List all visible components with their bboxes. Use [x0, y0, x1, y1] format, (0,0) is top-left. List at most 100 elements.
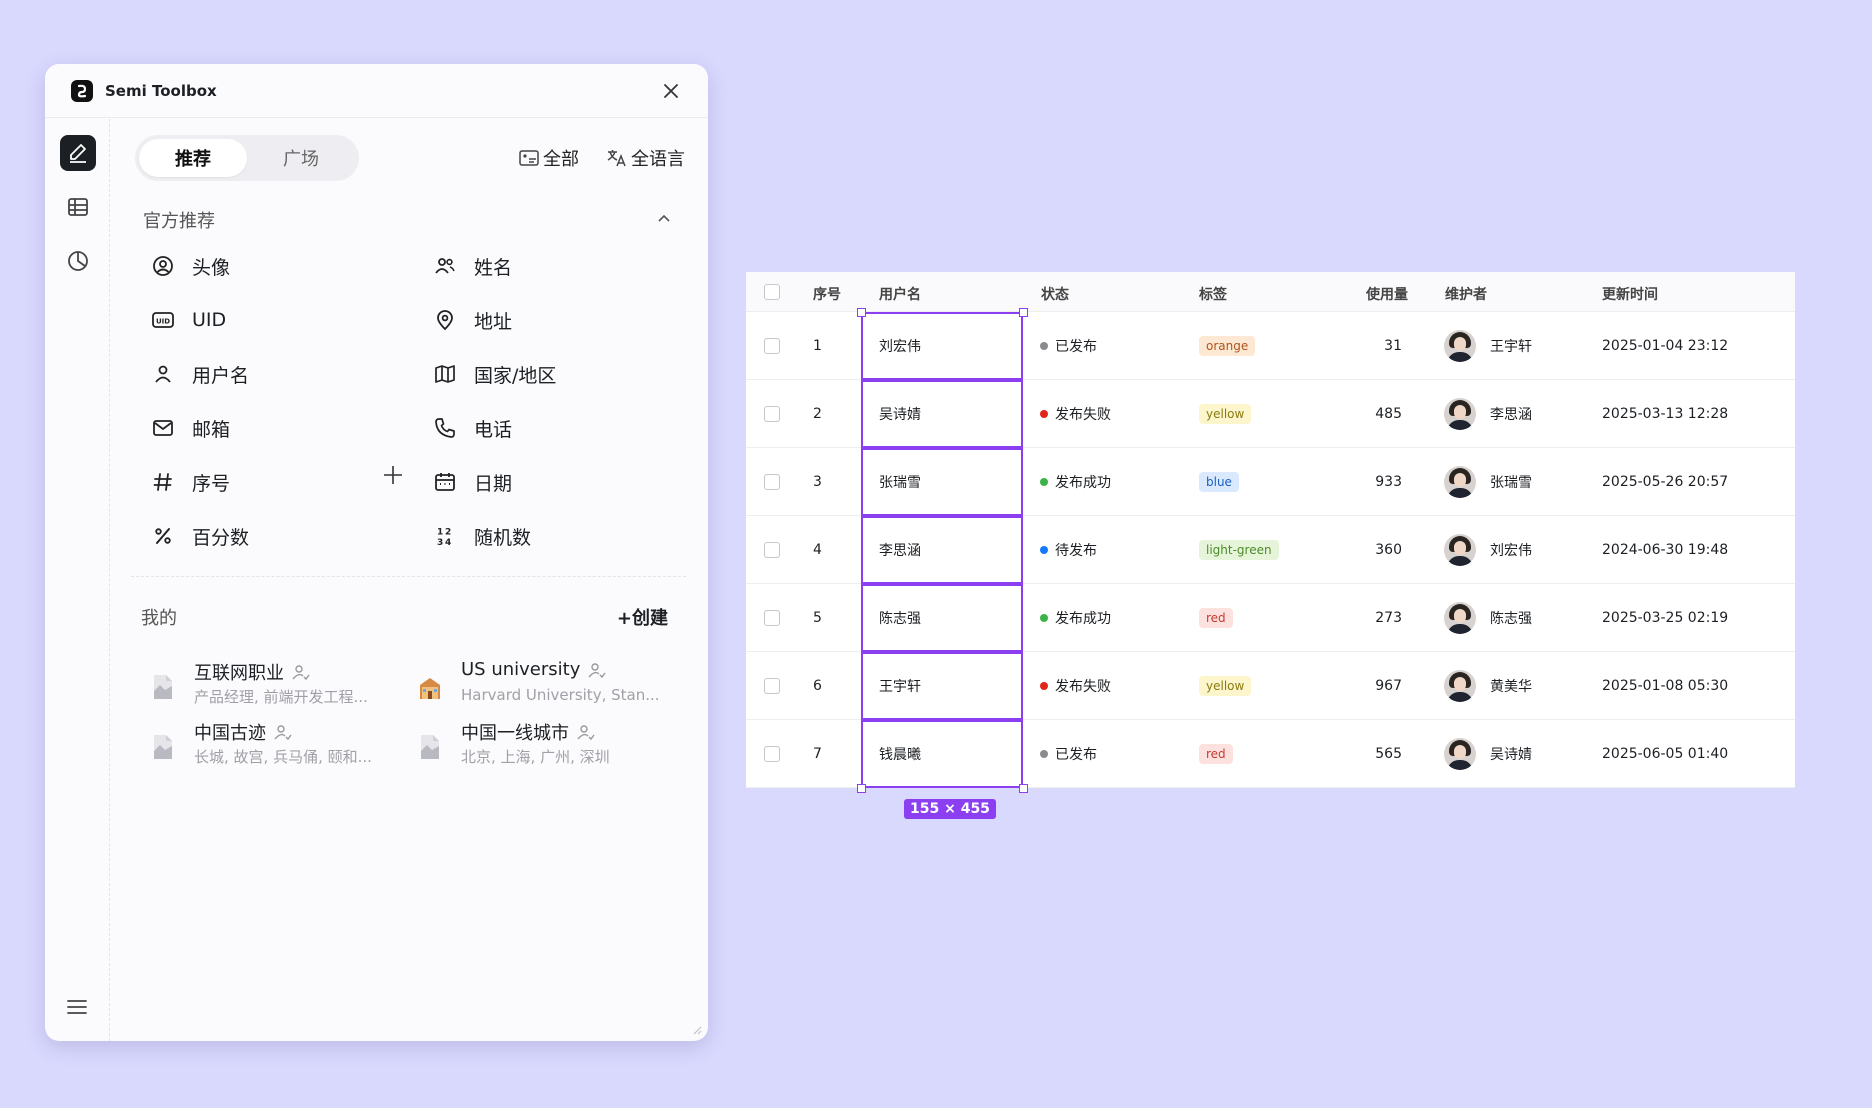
status-dot [1040, 682, 1048, 690]
item-address[interactable]: 地址 [433, 305, 512, 335]
table-row[interactable]: 6 王宇轩 发布失败 yellow 967 黄美华 2025-01-08 05:30 [746, 652, 1795, 720]
table-row[interactable]: 1 刘宏伟 已发布 orange 31 王宇轩 2025-01-04 23:12 [746, 312, 1795, 380]
header-checkbox[interactable] [764, 284, 780, 300]
menu-icon[interactable] [65, 995, 89, 1019]
resize-handle[interactable] [856, 307, 866, 317]
row-checkbox[interactable] [764, 338, 780, 354]
create-label: 创建 [632, 608, 668, 629]
mine-desc: Harvard University, Stan... [461, 686, 660, 704]
cell-updated: 2025-05-26 20:57 [1602, 474, 1729, 490]
status-text: 发布成功 [1055, 475, 1111, 491]
table-row[interactable]: 3 张瑞雪 发布成功 blue 933 张瑞雪 2025-05-26 20:57 [746, 448, 1795, 516]
edit-tool-button[interactable] [60, 135, 96, 171]
table-row[interactable]: 4 李思涵 待发布 light-green 360 刘宏伟 2024-06-30 19:48 [746, 516, 1795, 584]
status-dot [1040, 546, 1048, 554]
header-usage[interactable]: 使用量 [1366, 284, 1408, 304]
item-name[interactable]: 姓名 [433, 251, 512, 281]
cell-username[interactable]: 陈志强 [879, 584, 921, 652]
row-checkbox[interactable] [764, 678, 780, 694]
item-random[interactable]: 1234 随机数 [433, 521, 531, 551]
table-tool-button[interactable] [60, 189, 96, 225]
chevron-up-icon[interactable] [656, 211, 672, 227]
header-tag[interactable]: 标签 [1199, 284, 1227, 304]
table-row[interactable]: 7 钱晨曦 已发布 red 565 吴诗婧 2025-06-05 01:40 [746, 720, 1795, 788]
item-phone[interactable]: 电话 [433, 413, 512, 443]
row-checkbox[interactable] [764, 406, 780, 422]
cell-tag: light-green [1199, 516, 1279, 584]
mail-icon [151, 416, 175, 440]
cell-username[interactable]: 李思涵 [879, 516, 921, 584]
filter-all-button[interactable]: 全部 [518, 145, 579, 171]
school-icon [420, 678, 440, 699]
header-maintainer[interactable]: 维护者 [1445, 284, 1487, 304]
item-label: 电话 [474, 418, 513, 441]
header-updated[interactable]: 更新时间 [1602, 284, 1658, 304]
maintainer-name: 刘宏伟 [1490, 543, 1532, 559]
cell-updated: 2025-03-25 02:19 [1602, 610, 1729, 626]
cell-username[interactable]: 吴诗婧 [879, 380, 921, 448]
cell-usage: 273 [1375, 610, 1402, 626]
cell-username[interactable]: 钱晨曦 [879, 720, 921, 788]
hash-icon [151, 470, 175, 494]
cell-usage: 933 [1375, 474, 1402, 490]
cell-status: 发布成功 [1040, 448, 1111, 516]
item-index[interactable]: 序号 [151, 467, 230, 497]
row-checkbox[interactable] [764, 474, 780, 490]
cell-status: 待发布 [1040, 516, 1097, 584]
selection-size-badge: 155 × 455 [904, 799, 996, 819]
resize-handle-icon[interactable] [692, 1025, 702, 1035]
mine-item[interactable]: 互联网职业 产品经理, 前端开发工程... [151, 659, 391, 713]
header-status[interactable]: 状态 [1041, 284, 1069, 304]
file-icon [154, 735, 172, 759]
row-checkbox[interactable] [764, 746, 780, 762]
status-dot [1040, 478, 1048, 486]
mine-item[interactable]: 中国古迹 长城, 故宫, 兵马俑, 颐和... [151, 719, 391, 773]
chart-tool-button[interactable] [60, 243, 96, 279]
cell-usage: 967 [1375, 678, 1402, 694]
cell-updated: 2025-06-05 01:40 [1602, 746, 1729, 762]
row-checkbox-cell [764, 380, 780, 448]
item-date[interactable]: 日期 [433, 467, 512, 497]
item-uid[interactable]: UID UID [151, 305, 226, 335]
status-text: 已发布 [1055, 339, 1097, 355]
item-email[interactable]: 邮箱 [151, 413, 230, 443]
cell-username[interactable]: 王宇轩 [879, 652, 921, 720]
table-row[interactable]: 5 陈志强 发布成功 red 273 陈志强 2025-03-25 02:19 [746, 584, 1795, 652]
close-icon[interactable] [660, 80, 682, 102]
create-button[interactable]: +创建 [617, 604, 668, 630]
resize-handle[interactable] [1018, 307, 1028, 317]
header-index[interactable]: 序号 [813, 284, 841, 304]
tab-recommend[interactable]: 推荐 [139, 139, 247, 177]
cell-username[interactable]: 张瑞雪 [879, 448, 921, 516]
cell-updated: 2025-03-13 12:28 [1602, 406, 1729, 422]
resize-handle[interactable] [856, 783, 866, 793]
shared-user-icon [292, 665, 310, 681]
map-icon [433, 362, 457, 386]
tag-badge: yellow [1199, 404, 1252, 424]
header-username[interactable]: 用户名 [879, 284, 921, 304]
cell-updated: 2024-06-30 19:48 [1602, 542, 1729, 558]
avatar [1444, 534, 1476, 566]
table-row[interactable]: 2 吴诗婧 发布失败 yellow 485 李思涵 2025-03-13 12:28 [746, 380, 1795, 448]
cell-tag: orange [1199, 312, 1256, 380]
tab-square[interactable]: 广场 [247, 139, 355, 177]
item-label: 姓名 [474, 256, 513, 279]
maintainer-name: 吴诗婧 [1490, 747, 1532, 763]
item-percent[interactable]: 百分数 [151, 521, 249, 551]
resize-handle[interactable] [1018, 783, 1028, 793]
cell-index: 6 [813, 678, 822, 694]
item-avatar[interactable]: 头像 [151, 251, 230, 281]
tag-badge: blue [1199, 472, 1239, 492]
row-checkbox[interactable] [764, 542, 780, 558]
cell-tag: red [1199, 584, 1233, 652]
mine-item[interactable]: US university Harvard University, Stan..… [418, 659, 660, 713]
plus-icon: + [616, 608, 632, 629]
status-dot [1040, 614, 1048, 622]
row-checkbox[interactable] [764, 610, 780, 626]
item-username[interactable]: 用户名 [151, 359, 249, 389]
item-country[interactable]: 国家/地区 [433, 359, 556, 389]
mine-item[interactable]: 中国一线城市 北京, 上海, 广州, 深圳 [418, 719, 658, 773]
translate-icon [607, 150, 626, 167]
language-button[interactable]: 全语言 [606, 145, 685, 171]
cell-username[interactable]: 刘宏伟 [879, 312, 921, 380]
